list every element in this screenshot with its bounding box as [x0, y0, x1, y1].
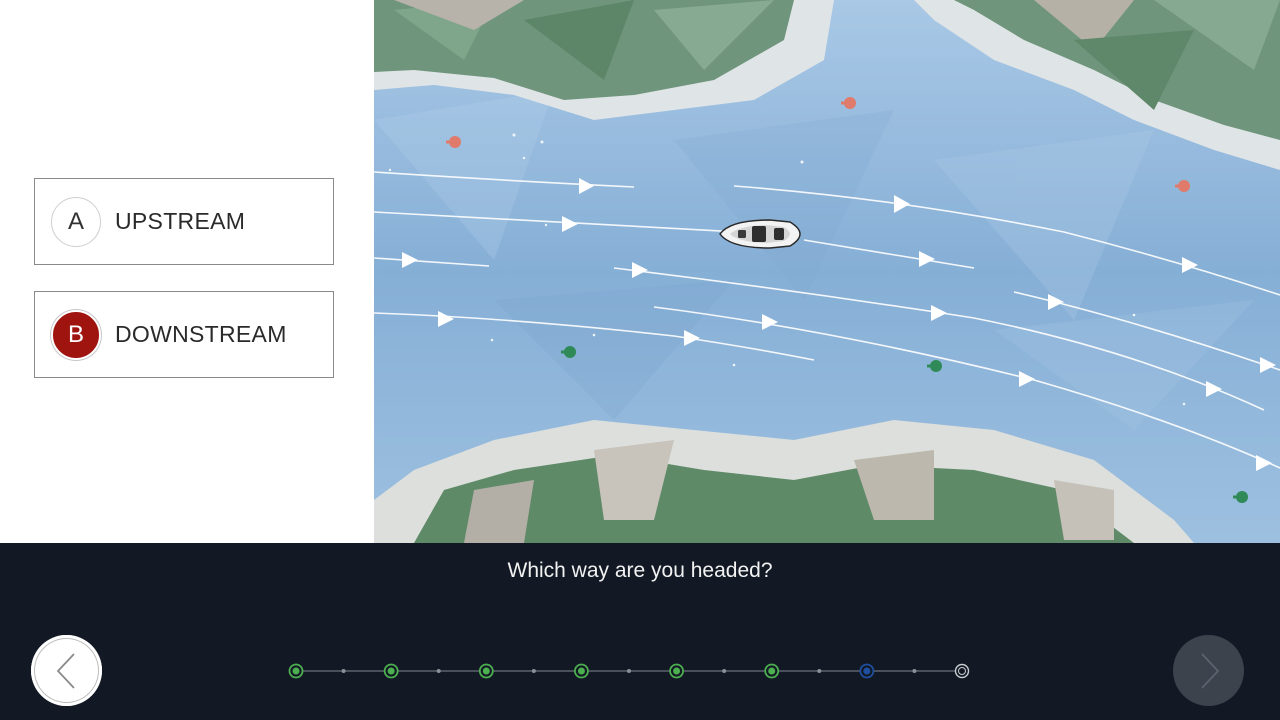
progress-step — [764, 663, 780, 679]
progress-step — [383, 663, 399, 679]
progress-tick — [531, 669, 536, 673]
option-b-label: DOWNSTREAM — [115, 321, 287, 347]
progress-track — [288, 663, 970, 679]
progress-tick — [722, 669, 727, 673]
river-map-scene — [374, 0, 1280, 543]
progress-tick — [341, 669, 346, 673]
chevron-left-icon — [56, 652, 75, 689]
question-prompt: Which way are you headed? — [507, 559, 773, 582]
option-a-badge: A — [51, 196, 101, 247]
option-b-badge: B — [51, 309, 101, 360]
progress-step — [669, 663, 684, 679]
progress-tick — [817, 669, 822, 673]
chevron-right-icon — [1200, 652, 1219, 689]
option-downstream[interactable]: B DOWNSTREAM — [34, 291, 334, 378]
previous-button[interactable] — [31, 635, 102, 706]
progress-step — [478, 663, 494, 679]
next-button[interactable] — [1173, 635, 1244, 706]
progress-tick — [627, 669, 631, 673]
progress-step — [859, 663, 875, 679]
bottom-bar: Which way are you headed? — [0, 543, 1280, 720]
progress-tick — [436, 669, 441, 673]
option-upstream[interactable]: A UPSTREAM — [34, 178, 334, 265]
progress-step — [288, 663, 304, 679]
progress-step — [574, 663, 589, 679]
answer-panel: A UPSTREAM B DOWNSTREAM — [0, 0, 374, 543]
river-illustration — [374, 0, 1280, 543]
progress-step — [954, 663, 970, 679]
progress-indicator — [288, 661, 978, 681]
option-a-label: UPSTREAM — [115, 208, 246, 234]
progress-tick — [912, 669, 917, 673]
